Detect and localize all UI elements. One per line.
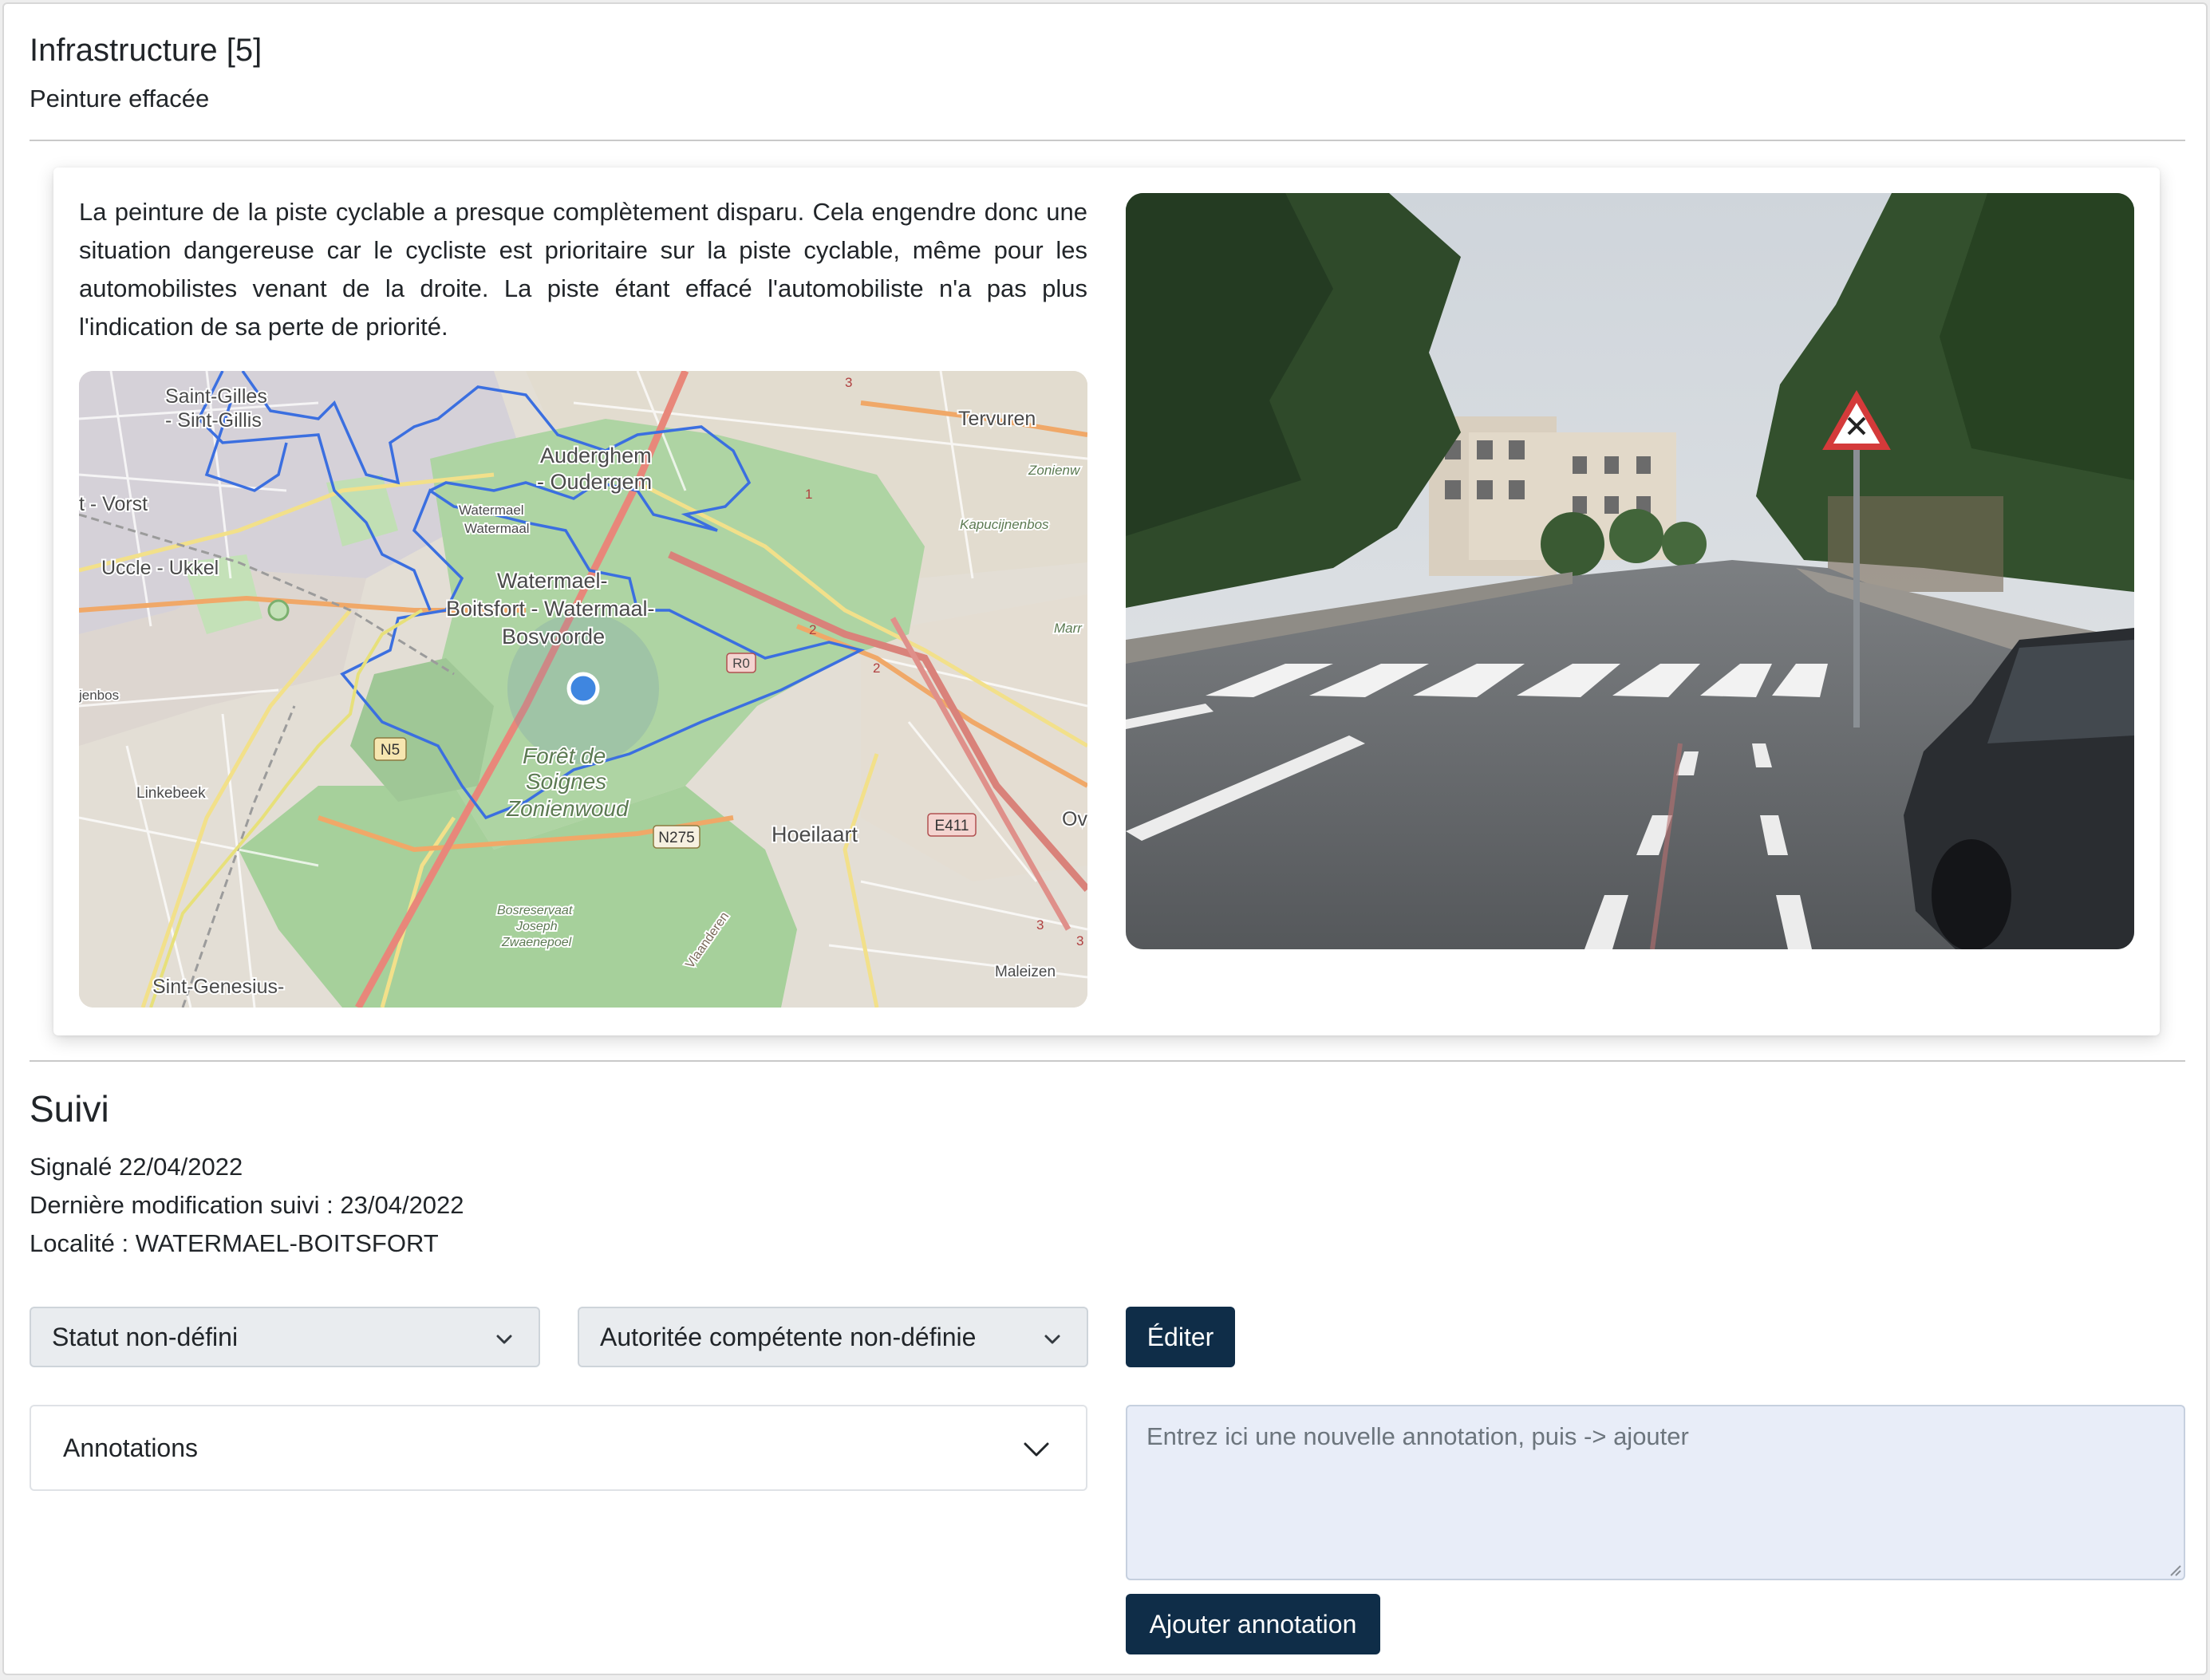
label-ov: Ov <box>1062 808 1087 830</box>
road-number: 1 <box>805 487 812 502</box>
road-number: 2 <box>873 661 880 676</box>
road-number: 3 <box>845 375 852 390</box>
tree <box>1609 509 1663 563</box>
road-number: 2 <box>809 622 816 637</box>
report-description: La peinture de la piste cyclable a presq… <box>79 198 1087 341</box>
chevron-down-icon <box>496 1335 512 1344</box>
road-number: 3 <box>1076 933 1083 948</box>
label-marr: Marr <box>1054 621 1083 636</box>
report-photo[interactable] <box>1126 193 2134 949</box>
report-panel: Infrastructure [5] Peinture effacée La p… <box>2 2 2208 1675</box>
label-zwaenepoel: Zwaenepoel <box>501 936 572 949</box>
park-marker <box>267 599 290 621</box>
label-soignes: Soignes <box>526 769 606 794</box>
chevron-down-icon <box>1024 1442 1049 1457</box>
locality: Localité : WATERMAEL-BOITSFORT <box>30 1229 439 1257</box>
label-bosreservaat: Bosreservaat <box>497 904 573 917</box>
label-saint-gilles: Saint-Gilles <box>165 385 267 408</box>
page-title: Infrastructure [5] <box>30 33 262 68</box>
last-modified-date: Dernière modification suivi : 23/04/2022 <box>30 1191 464 1219</box>
authority-select-value: Autoritée compétente non-définie <box>600 1322 977 1351</box>
status-select-value: Statut non-défini <box>52 1322 239 1351</box>
status-select[interactable]: Statut non-défini <box>30 1307 540 1367</box>
label-uccle: Uccle - Ukkel <box>101 557 219 579</box>
label-maleizen: Maleizen <box>995 964 1056 980</box>
label-zonienw: Zonienw <box>1028 463 1081 478</box>
label-boitsfort: Boitsfort - Watermaal- <box>446 597 655 621</box>
tracking-heading: Suivi <box>30 1088 109 1130</box>
divider <box>30 1060 2185 1062</box>
label-sint-gillis: - Sint-Gillis <box>165 409 262 432</box>
add-annotation-button[interactable]: Ajouter annotation <box>1126 1594 1380 1654</box>
label-oudergem: - Oudergem <box>537 470 652 494</box>
chevron-down-icon <box>1044 1335 1060 1344</box>
label-tervuren: Tervuren <box>958 408 1036 430</box>
label-vorst: t - Vorst <box>79 493 148 515</box>
report-card: La peinture de la piste cyclable a presq… <box>53 168 2160 1035</box>
reported-date: Signalé 22/04/2022 <box>30 1153 243 1181</box>
location-map[interactable]: N5 N275 E411 R0 2 2 1 3 3 3 Saint-Gilles… <box>79 371 1087 1008</box>
label-linkebeek: Linkebeek <box>136 785 206 802</box>
report-subtitle: Peinture effacée <box>30 85 210 112</box>
car-wheel <box>1932 839 2011 949</box>
label-kapucijnenbos: Kapucijnenbos <box>960 517 1049 532</box>
authority-select[interactable]: Autoritée compétente non-définie <box>578 1307 1088 1367</box>
annotations-label: Annotations <box>63 1433 199 1462</box>
label-watermaal-small: Watermaal <box>464 521 530 536</box>
road-shield-n5: N5 <box>381 742 400 759</box>
label-watermael: Watermael- <box>497 569 608 593</box>
tree <box>1541 512 1604 576</box>
annotation-input[interactable] <box>1126 1405 2185 1580</box>
label-auderghem: Auderghem <box>540 444 652 467</box>
road-shield-r0: R0 <box>732 656 750 671</box>
divider <box>30 140 2185 141</box>
label-jenbos: jenbos <box>79 688 119 703</box>
tree <box>1662 522 1707 566</box>
road-number: 3 <box>1036 917 1044 933</box>
road-shield-e411: E411 <box>935 818 969 834</box>
label-foret: Forêt de <box>523 743 606 768</box>
label-sint-genesius: Sint-Genesius- <box>152 976 284 998</box>
edit-button[interactable]: Éditer <box>1126 1307 1235 1367</box>
map-canvas[interactable]: N5 N275 E411 R0 2 2 1 3 3 3 Saint-Gilles… <box>79 371 1087 1008</box>
label-bosvoorde: Bosvoorde <box>502 625 605 649</box>
label-hoeilaart: Hoeilaart <box>772 822 858 846</box>
sign-pole <box>1853 424 1860 728</box>
resize-handle-icon[interactable] <box>2168 1563 2182 1577</box>
label-watermael-small: Watermael <box>459 503 524 518</box>
location-marker[interactable] <box>566 672 600 705</box>
label-zonienwoud: Zonienwoud <box>506 796 629 821</box>
street-photo <box>1126 193 2134 949</box>
annotations-accordion[interactable]: Annotations <box>30 1405 1087 1491</box>
label-joseph: Joseph <box>515 920 558 933</box>
road-shield-n275: N275 <box>658 830 694 846</box>
